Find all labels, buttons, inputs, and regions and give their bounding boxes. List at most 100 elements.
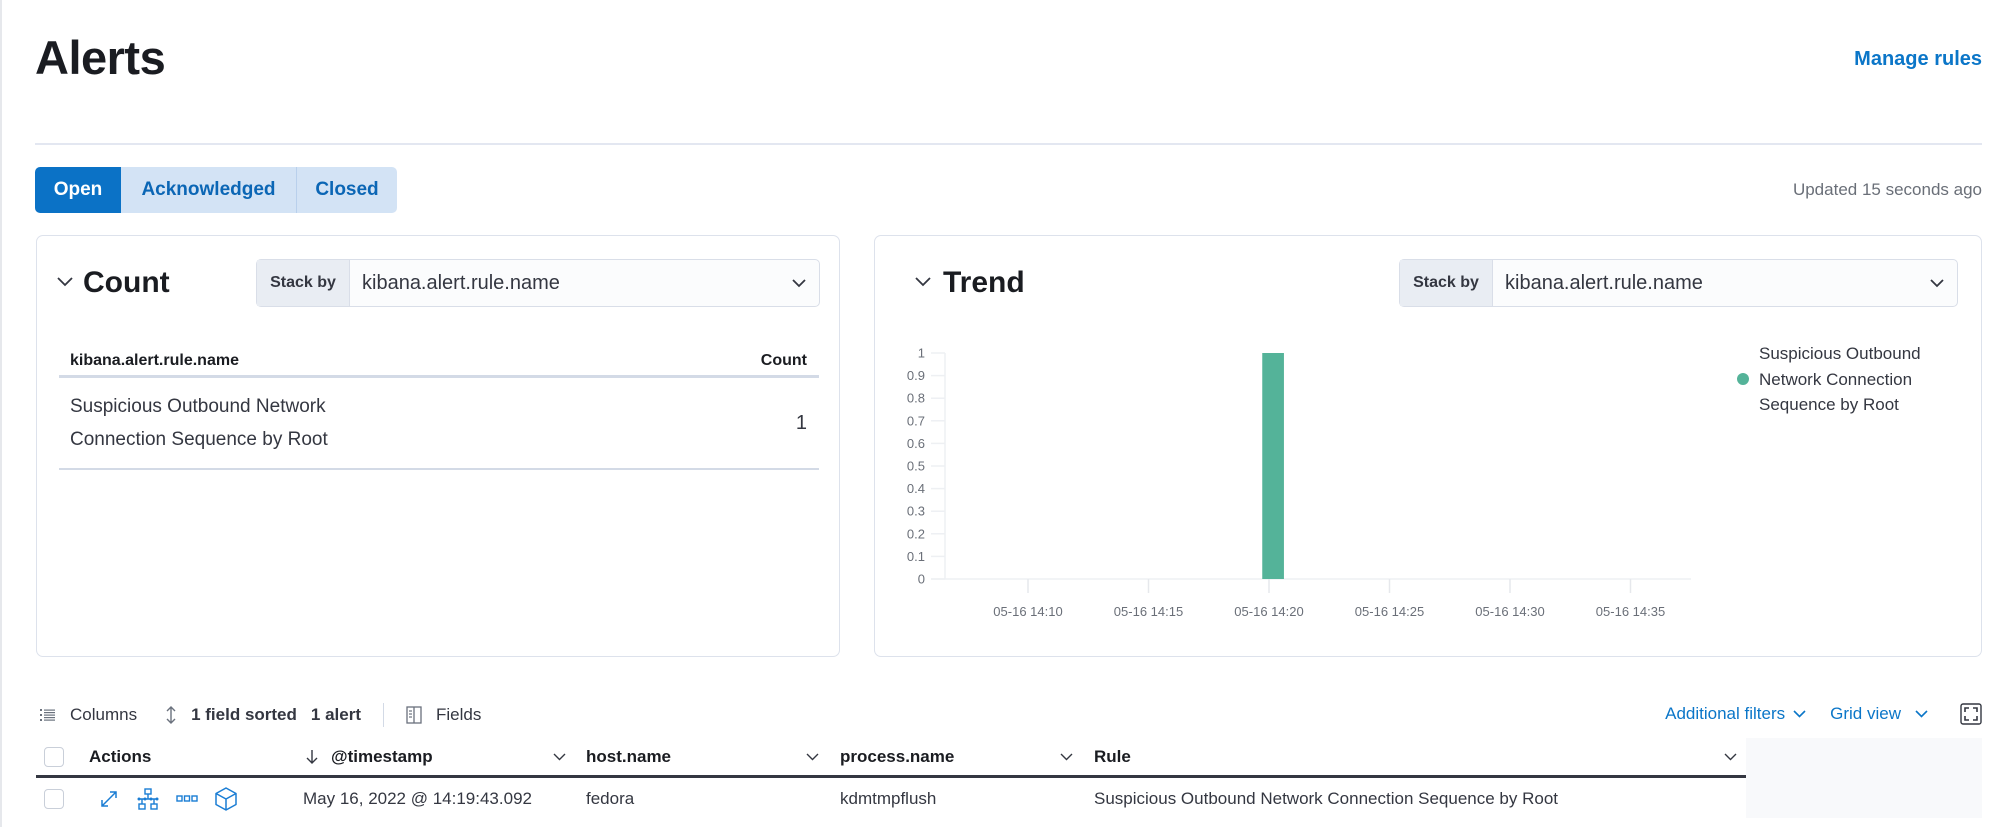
- analyze-event-button[interactable]: [135, 786, 161, 812]
- y-tick-label: 0.6: [907, 436, 925, 451]
- columns-label: Columns: [70, 705, 138, 724]
- y-tick-label: 0: [918, 572, 925, 587]
- count-table: kibana.alert.rule.name Count Suspicious …: [59, 346, 819, 470]
- additional-filters-button[interactable]: Additional filters: [1665, 704, 1806, 724]
- table-row: May 16, 2022 @ 14:19:43.092 fedora kdmtm…: [36, 778, 1746, 819]
- status-open-button[interactable]: Open: [35, 167, 121, 213]
- rule-column-menu[interactable]: [1724, 738, 1737, 775]
- y-tick-label: 0.9: [907, 368, 925, 383]
- page-left-border: [0, 0, 2, 827]
- stack-by-label: Stack by: [257, 260, 350, 306]
- timestamp-column-menu[interactable]: [553, 738, 566, 775]
- expand-icon: [101, 790, 117, 807]
- count-stack-by-select[interactable]: Stack by kibana.alert.rule.name: [256, 259, 820, 307]
- grid-right-tools: Additional filters Grid view: [1665, 700, 1982, 728]
- legend-label: Suspicious Outbound Network Connection S…: [1759, 344, 1921, 414]
- manage-rules-link[interactable]: Manage rules: [1854, 47, 1982, 71]
- column-header-rule-name[interactable]: kibana.alert.rule.name: [70, 352, 239, 370]
- toolbar-divider: [383, 703, 384, 727]
- grid-empty-area: [1746, 738, 1982, 818]
- fullscreen-icon: [1960, 703, 1982, 725]
- y-tick-label: 0.1: [907, 549, 925, 564]
- timestamp-header-label: @timestamp: [331, 746, 433, 766]
- fields-button[interactable]: Fields: [406, 705, 481, 725]
- x-tick-label: 05-16 14:10: [993, 604, 1062, 619]
- host-name-column-menu[interactable]: [806, 738, 819, 775]
- bar: [1262, 353, 1284, 579]
- sort-icon: [166, 706, 176, 724]
- y-tick-label: 0.7: [907, 413, 925, 428]
- row-select-checkbox[interactable]: [44, 788, 64, 809]
- x-tick-label: 05-16 14:25: [1355, 604, 1424, 619]
- row-actions: [96, 778, 252, 819]
- column-header-timestamp[interactable]: @timestamp: [306, 738, 433, 775]
- more-actions-button[interactable]: [174, 786, 200, 812]
- column-header-rule[interactable]: Rule: [1094, 738, 1131, 775]
- y-tick-label: 1: [918, 346, 925, 361]
- column-header-count[interactable]: Count: [761, 352, 807, 370]
- trend-panel: Trend Stack by kibana.alert.rule.name 00…: [874, 235, 1982, 657]
- fields-icon: [406, 706, 422, 724]
- rule-name-cell: Suspicious Outbound Network Connection S…: [70, 396, 328, 450]
- y-tick-label: 0.2: [907, 526, 925, 541]
- columns-button[interactable]: Columns: [40, 705, 137, 725]
- chevron-down-icon: [1060, 753, 1073, 760]
- stack-by-dropdown-button[interactable]: [779, 260, 819, 306]
- process-name-column-menu[interactable]: [1060, 738, 1073, 775]
- alerts-data-grid: Actions @timestamp host.name process.nam…: [36, 738, 1746, 819]
- list-icon: [40, 709, 55, 721]
- alert-count: 1 alert: [310, 705, 361, 724]
- chevron-down-icon: [1724, 753, 1737, 760]
- timestamp-cell: May 16, 2022 @ 14:19:43.092: [303, 788, 532, 808]
- process-name-cell: kdmtmpflush: [840, 788, 937, 808]
- analyze-tree-icon: [137, 787, 159, 810]
- page-title: Alerts: [35, 31, 166, 84]
- rule-cell: Suspicious Outbound Network Connection S…: [1094, 788, 1559, 808]
- additional-filters-label: Additional filters: [1665, 704, 1786, 723]
- column-header-host-name[interactable]: host.name: [586, 738, 671, 775]
- x-tick-label: 05-16 14:30: [1475, 604, 1544, 619]
- chevron-down-icon: [792, 278, 806, 287]
- grid-header-row: Actions @timestamp host.name process.nam…: [36, 738, 1746, 778]
- count-cell: 1: [795, 411, 807, 434]
- session-view-button[interactable]: [213, 786, 239, 812]
- count-collapse-toggle[interactable]: [53, 270, 77, 294]
- count-panel: Count Stack by kibana.alert.rule.name ki…: [36, 235, 840, 657]
- chevron-down-icon: [1930, 278, 1944, 287]
- fullscreen-button[interactable]: [1960, 703, 1982, 725]
- expand-event-button[interactable]: [96, 786, 122, 812]
- grid-view-button[interactable]: Grid view: [1830, 704, 1928, 724]
- y-tick-label: 0.5: [907, 459, 925, 474]
- select-all-checkbox[interactable]: [44, 746, 64, 767]
- y-tick-label: 0.8: [907, 391, 925, 406]
- sort-fields-button[interactable]: 1 field sorted: [165, 705, 297, 725]
- chevron-down-icon: [553, 753, 566, 760]
- host-name-cell: fedora: [586, 788, 635, 808]
- count-table-header: kibana.alert.rule.name Count: [59, 346, 819, 378]
- chevron-down-icon: [57, 277, 73, 287]
- fields-label: Fields: [436, 705, 482, 724]
- updated-status: Updated 15 seconds ago: [1792, 180, 1982, 199]
- table-row: Suspicious Outbound Network Connection S…: [59, 378, 819, 470]
- sorted-label: 1 field sorted: [191, 705, 297, 724]
- column-header-actions: Actions: [89, 746, 152, 766]
- x-tick-label: 05-16 14:35: [1596, 604, 1665, 619]
- legend-item[interactable]: Suspicious Outbound Network Connection S…: [1737, 341, 1959, 418]
- stack-by-value[interactable]: kibana.alert.rule.name: [350, 260, 779, 306]
- cube-icon: [215, 786, 237, 811]
- status-acknowledged-button[interactable]: Acknowledged: [121, 167, 297, 213]
- count-panel-title: Count: [83, 266, 170, 299]
- status-filter-group: Open Acknowledged Closed: [35, 167, 397, 213]
- stack-by-dropdown-button[interactable]: [1917, 260, 1957, 306]
- chevron-down-icon: [806, 753, 819, 760]
- column-header-process-name[interactable]: process.name: [840, 738, 954, 775]
- y-tick-label: 0.3: [907, 504, 925, 519]
- x-tick-label: 05-16 14:15: [1114, 604, 1183, 619]
- legend-color-dot: [1737, 373, 1749, 386]
- chevron-down-icon: [1915, 710, 1928, 718]
- sort-descending-icon: [306, 749, 318, 764]
- header-divider: [35, 143, 1982, 145]
- y-tick-label: 0.4: [907, 481, 925, 496]
- grid-toolbar: Columns 1 field sorted 1 alert Fields: [40, 701, 481, 729]
- status-closed-button[interactable]: Closed: [297, 167, 397, 213]
